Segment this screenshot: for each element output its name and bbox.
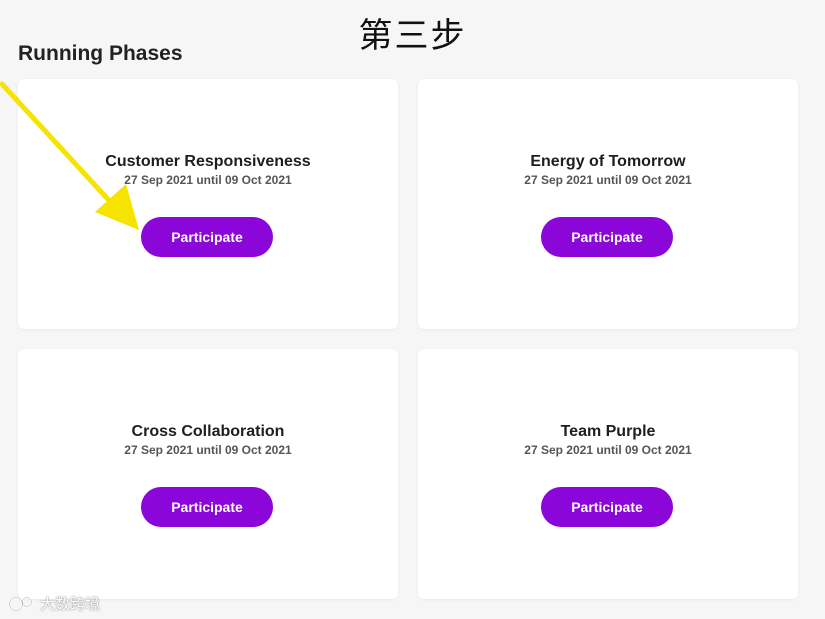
phase-card-energy-of-tomorrow: Energy of Tomorrow 27 Sep 2021 until 09 …	[418, 79, 798, 329]
logo-icon	[8, 596, 33, 611]
participate-button[interactable]: Participate	[141, 487, 273, 527]
phase-card-team-purple: Team Purple 27 Sep 2021 until 09 Oct 202…	[418, 349, 798, 599]
participate-button[interactable]: Participate	[541, 217, 673, 257]
phase-dates: 27 Sep 2021 until 09 Oct 2021	[124, 173, 292, 187]
section-title: Running Phases	[18, 42, 183, 65]
participate-button[interactable]: Participate	[541, 487, 673, 527]
phase-title: Team Purple	[560, 423, 656, 440]
phase-card-cross-collaboration: Cross Collaboration 27 Sep 2021 until 09…	[18, 349, 398, 599]
phase-dates: 27 Sep 2021 until 09 Oct 2021	[524, 173, 692, 187]
watermark-text: 大数跨境	[40, 595, 101, 613]
phase-title: Energy of Tomorrow	[530, 153, 686, 170]
participate-button[interactable]: Participate	[141, 217, 273, 257]
phase-title: Cross Collaboration	[131, 423, 285, 440]
phase-card-customer-responsiveness: Customer Responsiveness 27 Sep 2021 unti…	[18, 79, 398, 329]
watermark: 大数跨境	[8, 593, 100, 614]
phase-dates: 27 Sep 2021 until 09 Oct 2021	[124, 443, 292, 457]
phase-dates: 27 Sep 2021 until 09 Oct 2021	[524, 443, 692, 457]
phase-title: Customer Responsiveness	[105, 153, 311, 170]
